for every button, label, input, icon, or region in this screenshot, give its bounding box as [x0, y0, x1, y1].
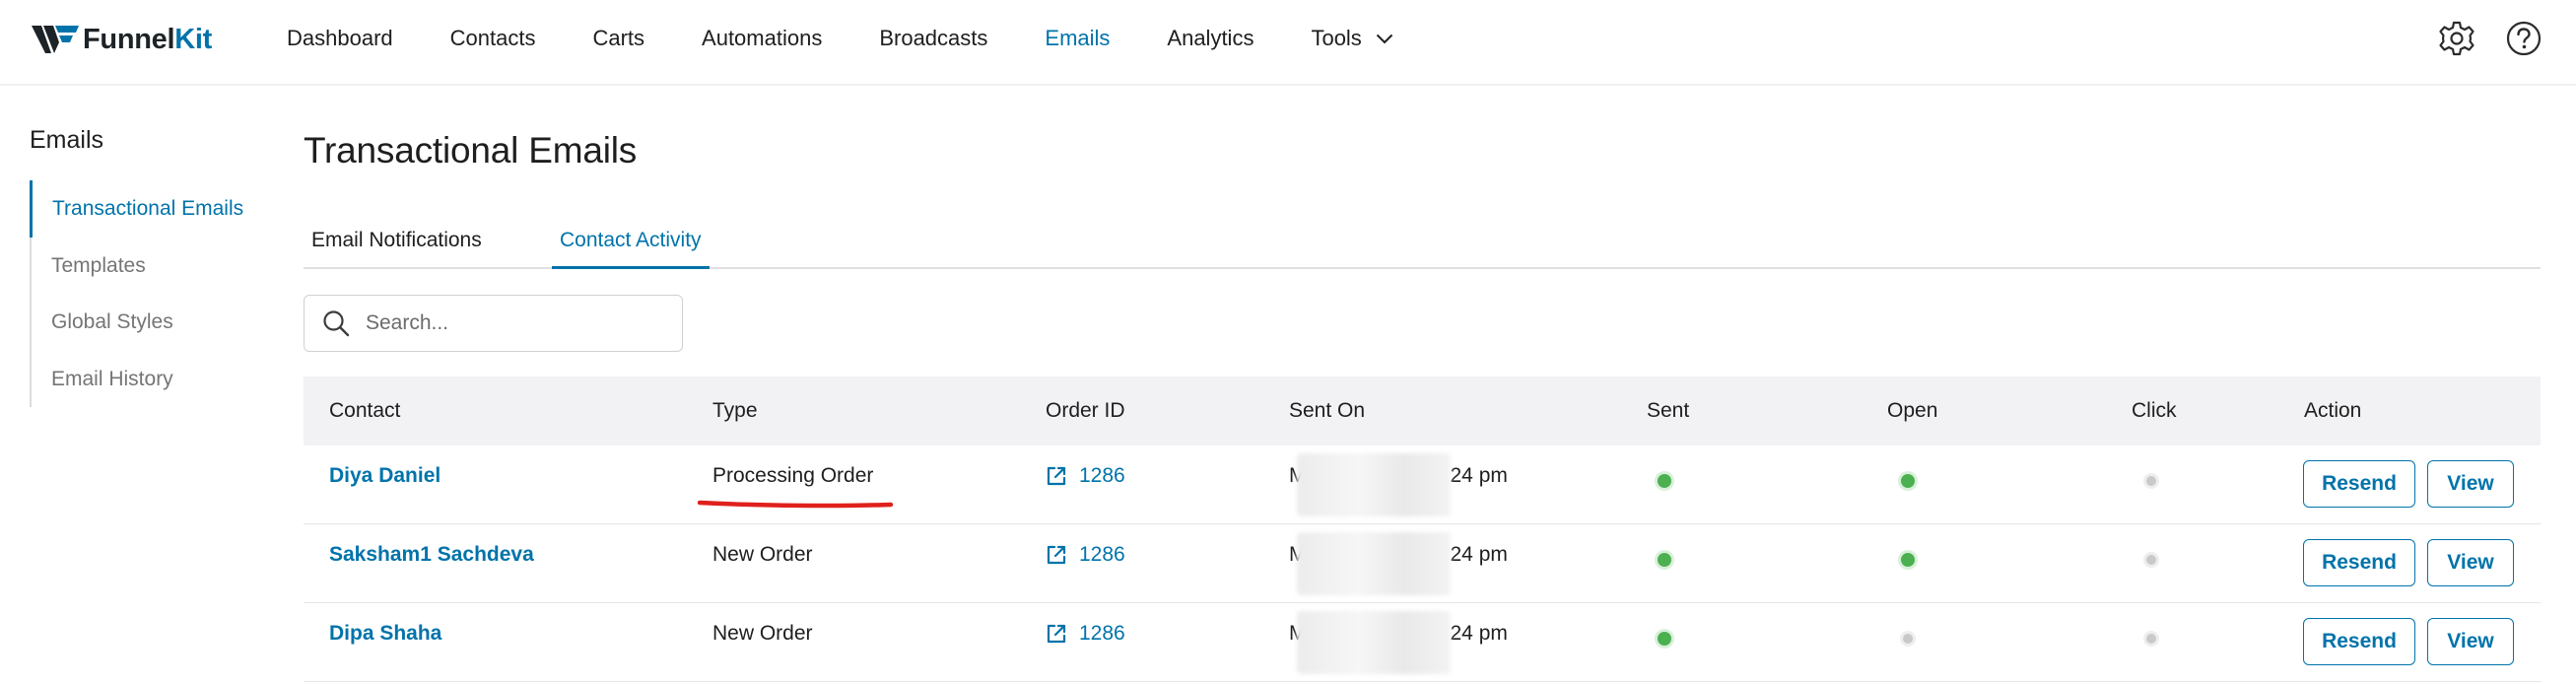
header-type: Type — [712, 399, 758, 422]
table-header: Contact Type Order ID Sent On Sent Open … — [304, 376, 2541, 445]
sent-status-dot — [1658, 553, 1671, 567]
tab-contact-activity[interactable]: Contact Activity — [552, 219, 710, 269]
search-icon — [323, 310, 350, 337]
external-link-icon — [1047, 545, 1066, 565]
sidebar-item-global-styles[interactable]: Global Styles — [32, 294, 276, 351]
email-type: New Order — [712, 622, 813, 645]
chevron-down-icon — [1376, 34, 1393, 43]
table-row: Diya Daniel Processing Order 1286 M24 pm… — [304, 445, 2541, 524]
sidebar-item-email-history[interactable]: Email History — [32, 351, 276, 408]
contact-activity-table: Contact Type Order ID Sent On Sent Open … — [304, 376, 2541, 682]
header-contact: Contact — [329, 399, 401, 422]
nav-tools-label: Tools — [1311, 26, 1362, 50]
sidebar-title: Emails — [30, 126, 104, 154]
open-status-dot — [1903, 634, 1913, 644]
sent-on-suffix: 24 pm — [1450, 464, 1508, 487]
header-sent: Sent — [1647, 399, 1690, 422]
header-action: Action — [2304, 399, 2362, 422]
table-row: Saksham1 Sachdeva New Order 1286 M24 pm … — [304, 524, 2541, 603]
sent-on-value: M24 pm — [1289, 524, 1508, 595]
sent-on-suffix: 24 pm — [1450, 543, 1508, 566]
order-id-link[interactable]: 1286 — [1046, 603, 1125, 664]
tab-email-notifications[interactable]: Email Notifications — [311, 219, 482, 269]
search-input[interactable] — [366, 311, 661, 335]
order-id-link[interactable]: 1286 — [1046, 445, 1125, 507]
search-box[interactable] — [304, 295, 683, 352]
nav-carts[interactable]: Carts — [592, 26, 644, 51]
help-icon[interactable] — [2505, 20, 2542, 57]
sidebar-item-templates[interactable]: Templates — [32, 238, 276, 295]
order-id-value: 1286 — [1079, 622, 1125, 645]
sent-on-value: M24 pm — [1289, 445, 1508, 516]
funnelkit-logo[interactable]: FunnelKit — [30, 20, 212, 59]
sent-status-dot — [1658, 632, 1671, 646]
sidebar-menu: Transactional Emails Templates Global St… — [30, 180, 276, 407]
page-title: Transactional Emails — [304, 130, 638, 171]
sidebar-item-transactional-emails[interactable]: Transactional Emails — [30, 180, 276, 238]
gear-icon[interactable] — [2438, 20, 2475, 57]
order-id-value: 1286 — [1079, 543, 1125, 566]
nav-contacts[interactable]: Contacts — [450, 26, 536, 51]
email-type: New Order — [712, 543, 813, 566]
order-id-value: 1286 — [1079, 464, 1125, 487]
blurred-date — [1297, 532, 1451, 595]
main-nav: Dashboard Contacts Carts Automations Bro… — [287, 0, 1451, 77]
nav-emails[interactable]: Emails — [1045, 26, 1110, 51]
contact-link[interactable]: Diya Daniel — [329, 445, 441, 507]
tabs: Email Notifications Contact Activity — [304, 219, 2541, 269]
nav-tools[interactable]: Tools — [1311, 26, 1393, 51]
resend-button[interactable]: Resend — [2303, 618, 2415, 665]
sent-status-dot — [1658, 474, 1671, 488]
top-navigation-bar: FunnelKit Dashboard Contacts Carts Autom… — [0, 0, 2576, 86]
header-order-id: Order ID — [1046, 399, 1125, 422]
nav-broadcasts[interactable]: Broadcasts — [879, 26, 987, 51]
resend-button[interactable]: Resend — [2303, 539, 2415, 586]
nav-dashboard[interactable]: Dashboard — [287, 26, 393, 51]
click-status-dot — [2146, 476, 2156, 486]
header-click: Click — [2132, 399, 2177, 422]
emails-sidebar: Emails Transactional Emails Templates Gl… — [30, 126, 276, 407]
blurred-date — [1297, 453, 1451, 516]
open-status-dot — [1901, 474, 1915, 488]
order-id-link[interactable]: 1286 — [1046, 524, 1125, 585]
contact-link[interactable]: Dipa Shaha — [329, 603, 441, 664]
annotation-underline — [697, 500, 894, 509]
sent-on-suffix: 24 pm — [1450, 622, 1508, 645]
click-status-dot — [2146, 555, 2156, 565]
external-link-icon — [1047, 624, 1066, 644]
resend-button[interactable]: Resend — [2303, 460, 2415, 508]
blurred-date — [1297, 611, 1451, 674]
nav-analytics[interactable]: Analytics — [1167, 26, 1254, 51]
funnelkit-logo-icon — [32, 26, 79, 53]
table-row: Dipa Shaha New Order 1286 M24 pm Resend … — [304, 603, 2541, 682]
view-button[interactable]: View — [2427, 539, 2514, 586]
contact-link[interactable]: Saksham1 Sachdeva — [329, 524, 534, 585]
header-sent-on: Sent On — [1289, 399, 1366, 422]
brand-name: FunnelKit — [83, 23, 213, 55]
nav-automations[interactable]: Automations — [702, 26, 822, 51]
external-link-icon — [1047, 466, 1066, 486]
view-button[interactable]: View — [2427, 618, 2514, 665]
view-button[interactable]: View — [2427, 460, 2514, 508]
click-status-dot — [2146, 634, 2156, 644]
open-status-dot — [1901, 553, 1915, 567]
header-open: Open — [1887, 399, 1938, 422]
sent-on-value: M24 pm — [1289, 603, 1508, 674]
